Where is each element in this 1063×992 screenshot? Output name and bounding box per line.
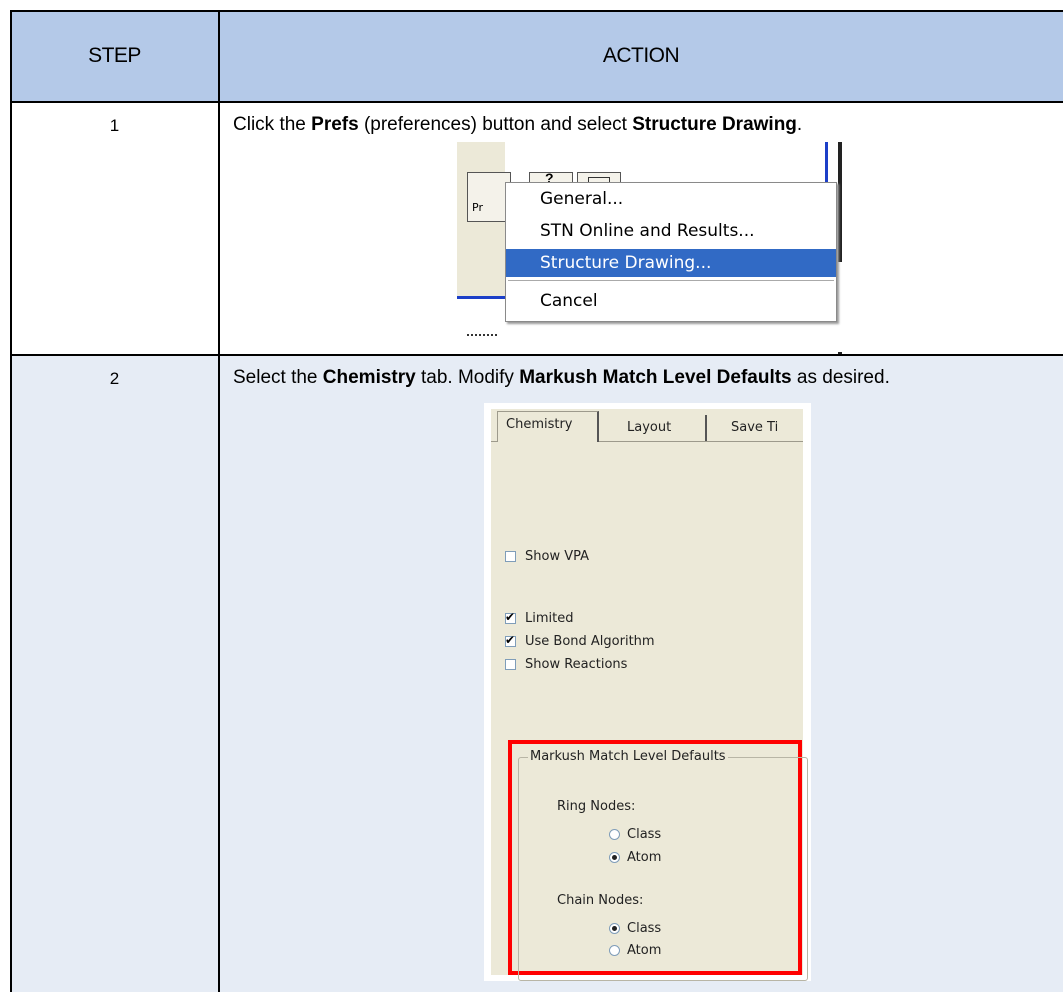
scrollbar-edge	[838, 142, 842, 262]
table-border	[10, 10, 1063, 12]
step-number: 1	[109, 116, 120, 135]
header-action: ACTION	[219, 10, 1063, 102]
radio-label: Atom	[627, 850, 662, 865]
checkbox-label: Show Reactions	[525, 657, 628, 672]
header-step: STEP	[10, 10, 219, 102]
instruction-text: (preferences) button and select	[358, 114, 633, 135]
preferences-dialog: Chemistry Layout Save Ti Show VPA Limite…	[491, 409, 808, 981]
step-instruction: Select the Chemistry tab. Modify Markush…	[233, 367, 1055, 389]
instruction-text: .	[796, 114, 803, 135]
instruction-text: tab. Modify	[415, 367, 520, 388]
highlight-box: Markush Match Level Defaults Ring Nodes:…	[508, 740, 808, 981]
menu-item-stn-online[interactable]: STN Online and Results...	[506, 217, 836, 245]
ring-nodes-label: Ring Nodes:	[557, 799, 636, 814]
radio-button[interactable]	[609, 852, 620, 863]
checkbox-show-vpa[interactable]: Show VPA	[505, 549, 589, 564]
markush-group-box	[518, 757, 808, 981]
tab-save[interactable]: Save Ti	[723, 415, 803, 441]
instruction-bold: Prefs	[311, 114, 359, 135]
table-border	[10, 10, 12, 992]
preferences-dialog-screenshot: Chemistry Layout Save Ti Show VPA Limite…	[484, 403, 811, 981]
checkbox-box[interactable]	[505, 633, 516, 647]
markush-group-title: Markush Match Level Defaults	[528, 749, 728, 764]
radio-label: Class	[627, 827, 662, 842]
prefs-button-label: Pr	[472, 201, 483, 214]
instruction-text: Select the	[233, 367, 323, 388]
step-instruction: Click the Prefs (preferences) button and…	[233, 114, 1055, 136]
prefs-menu-screenshot: Pr ? General... STN Online and Results..…	[457, 142, 842, 362]
radio-label: Atom	[627, 943, 662, 958]
checkbox-label: Use Bond Algorithm	[525, 634, 655, 649]
chain-nodes-label: Chain Nodes:	[557, 893, 644, 908]
menu-separator	[508, 280, 834, 281]
instruction-text: as desired.	[791, 367, 890, 388]
header-action-label: ACTION	[602, 44, 680, 67]
checkbox-box[interactable]	[505, 551, 516, 562]
header-step-label: STEP	[88, 44, 141, 67]
radio-button[interactable]	[609, 829, 620, 840]
tab-layout[interactable]: Layout	[619, 415, 707, 441]
tab-bar: Chemistry Layout Save Ti	[491, 409, 803, 442]
checkbox-box[interactable]	[505, 610, 516, 624]
tab-chemistry[interactable]: Chemistry	[497, 411, 599, 442]
checkbox-label: Limited	[525, 611, 574, 626]
radio-label: Class	[627, 921, 662, 936]
table-border	[218, 10, 220, 992]
window-border	[457, 296, 505, 299]
table-row: 1 Click the Prefs (preferences) button a…	[10, 102, 1063, 362]
radio-chain-class[interactable]: Class	[609, 921, 661, 936]
checkbox-use-bond-algorithm[interactable]: Use Bond Algorithm	[505, 633, 655, 649]
instruction-text: Click the	[233, 114, 312, 135]
instruction-bold: Chemistry	[322, 367, 416, 388]
table-border	[10, 354, 1063, 356]
divider-line	[467, 334, 497, 336]
step-number: 2	[109, 369, 120, 388]
prefs-dropdown-menu: General... STN Online and Results... Str…	[505, 182, 837, 322]
radio-button[interactable]	[609, 923, 620, 934]
instruction-bold: Markush Match Level Defaults	[519, 367, 792, 388]
radio-button[interactable]	[609, 945, 620, 956]
menu-item-structure-drawing[interactable]: Structure Drawing...	[506, 249, 836, 277]
radio-ring-class[interactable]: Class	[609, 827, 661, 842]
radio-ring-atom[interactable]: Atom	[609, 850, 661, 865]
checkbox-box[interactable]	[505, 659, 516, 670]
radio-chain-atom[interactable]: Atom	[609, 943, 661, 958]
instruction-bold: Structure Drawing	[632, 114, 797, 135]
menu-item-cancel[interactable]: Cancel	[506, 287, 836, 315]
checkbox-label: Show VPA	[525, 549, 590, 564]
checkbox-show-reactions[interactable]: Show Reactions	[505, 657, 627, 672]
menu-item-general[interactable]: General...	[506, 185, 836, 213]
checkbox-limited[interactable]: Limited	[505, 610, 574, 626]
table-border	[10, 101, 1063, 103]
